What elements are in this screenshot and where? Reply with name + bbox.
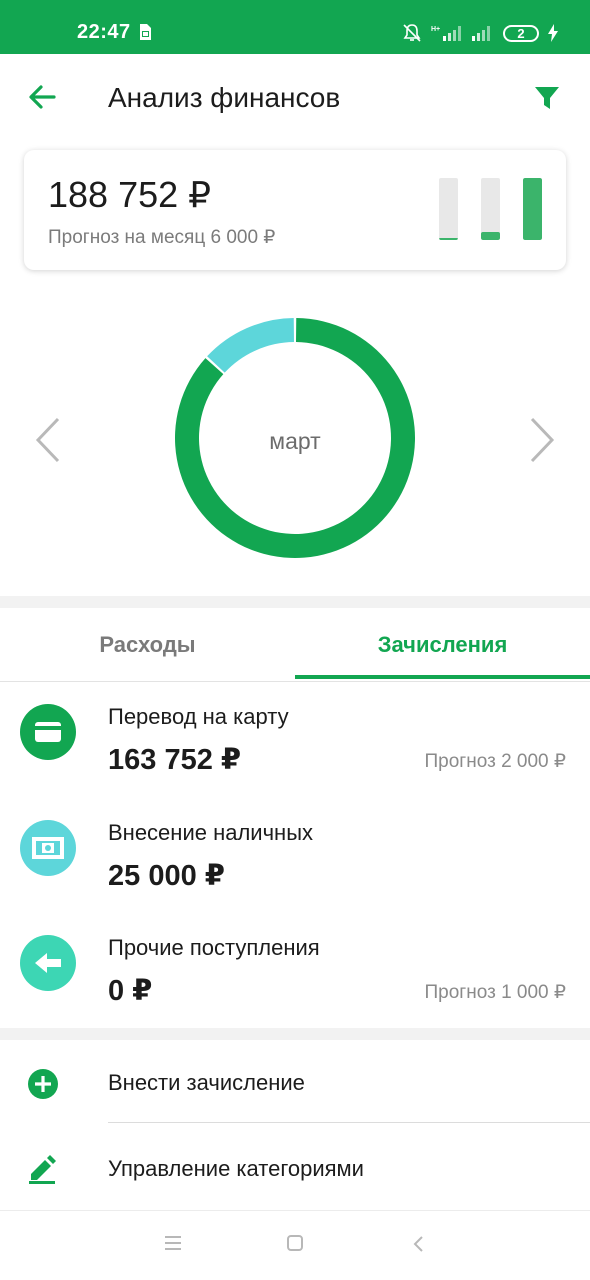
category-forecast: Прогноз 2 000 ₽ <box>424 751 566 772</box>
active-tab-indicator <box>295 675 590 679</box>
action-divider <box>108 1122 590 1123</box>
pencil-icon <box>27 1154 57 1189</box>
category-item-cash-deposit[interactable]: Внесение наличных 25 000 ₽ <box>0 820 590 930</box>
mute-bell-icon <box>402 23 422 43</box>
add-income-button[interactable]: Внести зачисление <box>0 1040 590 1126</box>
filter-icon[interactable] <box>534 85 560 116</box>
manage-categories-button[interactable]: Управление категориями <box>0 1126 590 1212</box>
charging-icon <box>548 24 558 42</box>
status-bar: 22:47 H+ 2 <box>0 0 590 54</box>
menu-icon[interactable] <box>164 1235 182 1256</box>
monthly-forecast: Прогноз на месяц 6 000 ₽ <box>48 227 276 248</box>
page-title: Анализ финансов <box>108 82 341 113</box>
category-name: Перевод на карту <box>108 704 289 729</box>
category-amount: 0 ₽ <box>108 975 153 1007</box>
card-icon <box>20 704 76 760</box>
section-divider <box>0 596 590 608</box>
arrow-left-icon <box>20 935 76 991</box>
month-bar-2[interactable] <box>481 178 500 240</box>
signal-strength-icon: H+ <box>431 24 463 42</box>
category-name: Прочие поступления <box>108 935 320 960</box>
chevron-left-icon[interactable] <box>34 416 62 469</box>
section-divider <box>0 1028 590 1040</box>
month-bar-fill <box>439 238 458 240</box>
month-bar-1[interactable] <box>439 178 458 240</box>
sim-card-icon <box>139 23 152 46</box>
back-arrow-icon[interactable] <box>28 84 56 115</box>
status-icons: H+ 2 <box>402 22 558 44</box>
home-icon[interactable] <box>287 1235 303 1256</box>
back-icon[interactable] <box>412 1235 424 1258</box>
month-bar-fill <box>523 178 542 240</box>
month-bar-fill <box>481 231 500 240</box>
category-forecast: Прогноз 1 000 ₽ <box>424 982 566 1003</box>
svg-text:H+: H+ <box>431 26 440 33</box>
chevron-right-icon[interactable] <box>528 416 556 469</box>
tab-expenses[interactable]: Расходы <box>0 608 295 682</box>
battery-indicator: 2 <box>503 24 539 42</box>
tab-income[interactable]: Зачисления <box>295 608 590 682</box>
action-label: Внести зачисление <box>108 1070 305 1095</box>
month-bar-3[interactable] <box>523 178 542 240</box>
signal-strength-2-icon <box>472 24 494 42</box>
tab-bar: Расходы Зачисления <box>0 608 590 682</box>
cash-icon <box>20 820 76 876</box>
plus-circle-icon <box>27 1068 59 1105</box>
action-label: Управление категориями <box>108 1156 364 1181</box>
status-time: 22:47 <box>77 21 131 43</box>
donut-segment[interactable] <box>207 318 294 373</box>
system-nav-bar <box>0 1211 590 1280</box>
app-bar: Анализ финансов <box>0 54 590 146</box>
category-amount: 163 752 ₽ <box>108 744 242 776</box>
category-amount: 25 000 ₽ <box>108 860 225 892</box>
category-item-card-transfer[interactable]: Перевод на карту 163 752 ₽ Прогноз 2 000… <box>0 704 590 814</box>
month-label: март <box>269 428 321 454</box>
summary-card: 188 752 ₽ Прогноз на месяц 6 000 ₽ <box>24 150 566 270</box>
category-name: Внесение наличных <box>108 820 314 845</box>
total-amount: 188 752 ₽ <box>48 174 212 215</box>
